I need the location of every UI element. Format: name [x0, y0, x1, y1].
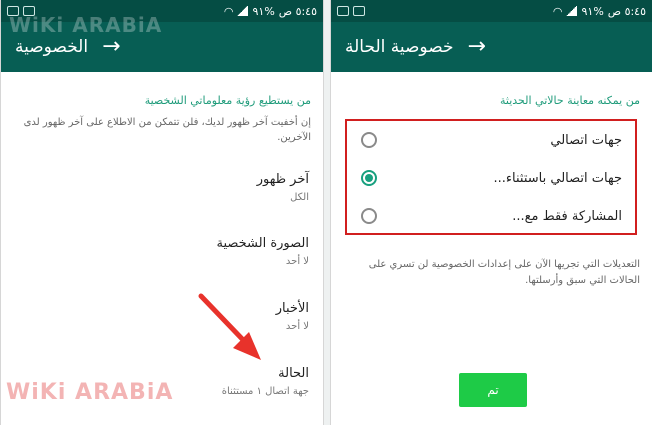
page-title: الخصوصية: [15, 37, 89, 57]
battery-percent: %٩١: [581, 4, 604, 18]
signal-icon: [237, 6, 249, 16]
battery-percent: %٩١: [252, 4, 275, 18]
privacy-screen: ٥:٤٥ ص %٩١ ◠ → الخصوصية من يستطيع رؤية م…: [0, 0, 324, 425]
image-notification-icon: [337, 6, 349, 16]
status-bar: ٥:٤٥ ص %٩١ ◠: [331, 0, 652, 22]
image-notification-icon: [353, 6, 365, 16]
option-label: جهات اتصالي: [550, 132, 622, 148]
radio-button-selected[interactable]: [361, 170, 377, 186]
section-description: إن أخفيت آخر ظهور لديك، فلن تتمكن من الا…: [23, 117, 311, 143]
setting-value: لا أحد: [285, 256, 309, 267]
status-time: ٥:٤٥ ص: [278, 4, 317, 18]
radio-button[interactable]: [361, 132, 377, 148]
option-my-contacts[interactable]: جهات اتصالي: [347, 121, 635, 159]
option-label: المشاركة فقط مع...: [512, 208, 622, 224]
setting-label: الصورة الشخصية: [216, 236, 309, 251]
page-title: خصوصية الحالة: [345, 37, 454, 57]
watermark-logo: WiKi ARABiA: [6, 380, 174, 405]
option-label: جهات اتصالي باستثناء...: [493, 170, 622, 186]
setting-last-seen[interactable]: آخر ظهور الكل: [1, 172, 323, 203]
status-time: ٥:٤٥ ص: [607, 4, 646, 18]
signal-icon: [566, 6, 578, 16]
done-button[interactable]: تم: [459, 373, 527, 407]
wifi-icon: ◠: [223, 4, 234, 18]
setting-about[interactable]: الأخبار لا أحد: [1, 301, 323, 332]
red-arrow-annotation: [198, 293, 261, 360]
app-bar: → خصوصية الحالة: [331, 22, 652, 72]
section-title: من يستطيع رؤية معلوماتي الشخصية: [144, 94, 311, 107]
status-privacy-screen: ٥:٤٥ ص %٩١ ◠ → خصوصية الحالة من يمكنه مع…: [330, 0, 652, 425]
setting-value: الكل: [290, 192, 309, 203]
wifi-icon: ◠: [552, 4, 563, 18]
back-arrow-icon[interactable]: →: [102, 36, 120, 58]
back-arrow-icon[interactable]: →: [467, 36, 485, 58]
option-only-share-with[interactable]: المشاركة فقط مع...: [347, 197, 635, 235]
option-contacts-except[interactable]: جهات اتصالي باستثناء...: [347, 159, 635, 197]
highlight-box: جهات اتصالي جهات اتصالي باستثناء... المش…: [345, 119, 637, 235]
setting-profile-photo[interactable]: الصورة الشخصية لا أحد: [1, 236, 323, 267]
watermark-logo: WiKi ARABiA: [9, 13, 163, 37]
radio-button[interactable]: [361, 208, 377, 224]
privacy-note: التعديلات التي تجريها الآن على إعدادات ا…: [368, 259, 640, 286]
section-title: من يمكنه معاينة حالاتي الحديثة: [499, 94, 640, 107]
setting-label: آخر ظهور: [256, 172, 309, 187]
